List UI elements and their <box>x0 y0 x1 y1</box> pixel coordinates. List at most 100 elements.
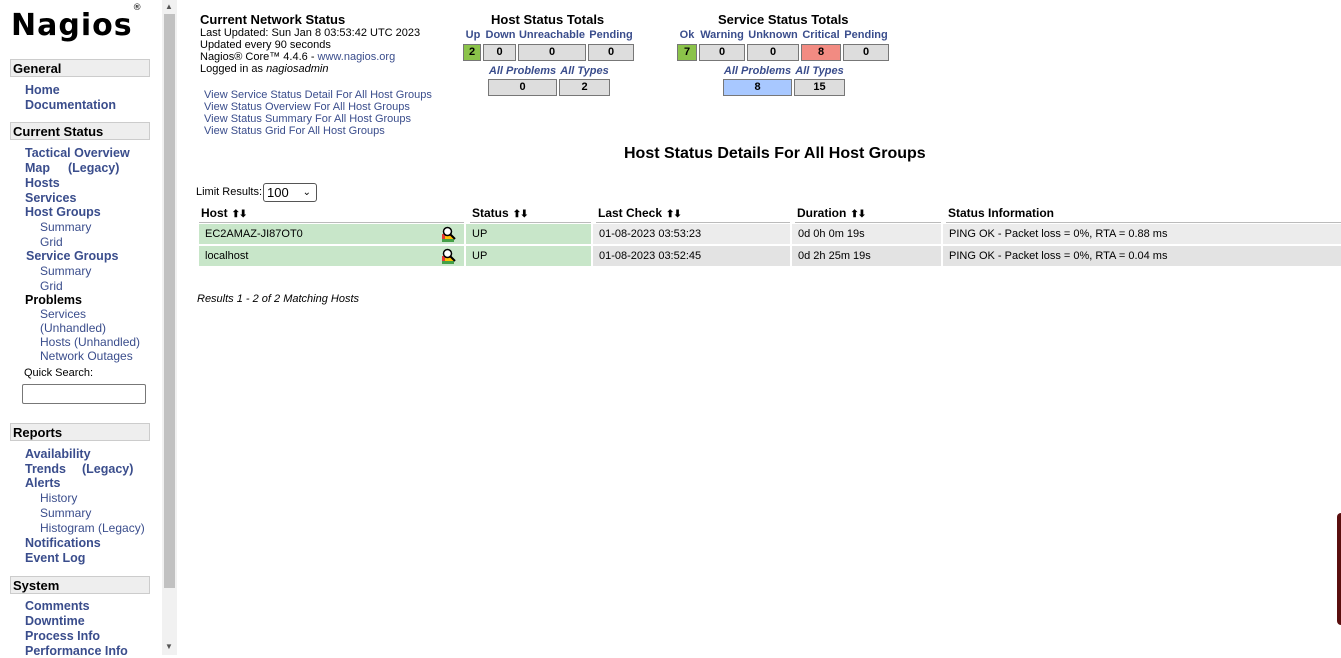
host-totals-label-all-types[interactable]: All Types <box>559 65 610 77</box>
service-count-ok[interactable]: 7 <box>677 44 697 61</box>
host-count-unreachable[interactable]: 0 <box>518 44 586 61</box>
duration: 0d 0h 0m 19s <box>792 224 941 244</box>
nav-problems-hosts-unhandled[interactable]: Hosts (Unhandled) <box>40 335 140 349</box>
sort-arrows-icon[interactable]: ⬆⬇ <box>232 209 248 220</box>
chevron-down-icon: ⌄ <box>302 187 311 198</box>
service-totals-title: Service Status Totals <box>718 12 849 27</box>
host-totals-label-up[interactable]: Up <box>463 29 483 41</box>
nav-performance-info[interactable]: Performance Info <box>25 644 128 658</box>
sort-arrows-icon[interactable]: ⬆⬇ <box>850 209 866 220</box>
last-check: 01-08-2023 03:53:23 <box>593 224 790 244</box>
host-totals-label-down[interactable]: Down <box>485 29 516 41</box>
limit-results-label: Limit Results: <box>196 186 263 198</box>
host-totals-label-all-problems[interactable]: All Problems <box>488 65 557 77</box>
service-totals-label-unknown[interactable]: Unknown <box>747 29 799 41</box>
nav-trends-legacy[interactable]: (Legacy) <box>82 462 133 476</box>
host-services-icon[interactable] <box>441 248 456 264</box>
sidebar-scrollbar[interactable]: ▲ ▼ <box>162 0 177 655</box>
scroll-down-icon[interactable]: ▼ <box>165 642 173 651</box>
nav-downtime[interactable]: Downtime <box>25 614 85 628</box>
service-totals-label-ok[interactable]: Ok <box>677 29 697 41</box>
host-status: UP <box>466 224 591 244</box>
host-status: UP <box>466 246 591 266</box>
link-status-overview[interactable]: View Status Overview For All Host Groups <box>204 101 410 113</box>
nagios-logo[interactable]: Nagios® <box>11 3 143 43</box>
host-count-up[interactable]: 2 <box>463 44 481 61</box>
nav-services[interactable]: Services <box>25 191 76 205</box>
nav-hosts[interactable]: Hosts <box>25 176 60 190</box>
service-totals-label-critical[interactable]: Critical <box>801 29 841 41</box>
nav-availability[interactable]: Availability <box>25 447 91 461</box>
nav-documentation[interactable]: Documentation <box>25 98 116 112</box>
nav-event-log[interactable]: Event Log <box>25 551 85 565</box>
status-information: PING OK - Packet loss = 0%, RTA = 0.04 m… <box>943 246 1341 266</box>
quick-search-input[interactable] <box>22 384 146 404</box>
nav-home[interactable]: Home <box>25 83 60 97</box>
page-title: Host Status Details For All Host Groups <box>624 145 926 162</box>
scrollbar-thumb[interactable] <box>164 14 175 588</box>
host-services-icon[interactable] <box>441 226 456 242</box>
nav-alerts-histogram[interactable]: Histogram (Legacy) <box>40 521 145 535</box>
service-count-warning[interactable]: 0 <box>699 44 745 61</box>
nav-heading-system: System <box>10 576 150 594</box>
sort-arrows-icon[interactable]: ⬆⬇ <box>513 209 529 220</box>
quick-search-label: Quick Search: <box>24 367 94 379</box>
nav-alerts[interactable]: Alerts <box>25 476 60 490</box>
host-count-pending[interactable]: 0 <box>588 44 634 61</box>
host-count-down[interactable]: 0 <box>483 44 516 61</box>
service-totals-label-all-problems[interactable]: All Problems <box>723 65 792 77</box>
service-totals-label-all-types[interactable]: All Types <box>794 65 845 77</box>
host-totals-label-unreachable[interactable]: Unreachable <box>518 29 586 41</box>
nav-map-legacy[interactable]: (Legacy) <box>68 161 119 175</box>
nav-alerts-history[interactable]: History <box>40 491 77 505</box>
service-count-critical[interactable]: 8 <box>801 44 841 61</box>
service-count-all-problems[interactable]: 8 <box>723 79 792 96</box>
column-header-last-check: Last Check ⬆⬇ <box>596 206 790 223</box>
column-header-host: Host ⬆⬇ <box>199 206 464 223</box>
link-status-summary[interactable]: View Status Summary For All Host Groups <box>204 113 411 125</box>
nav-alerts-summary[interactable]: Summary <box>40 506 91 520</box>
nav-host-groups-summary[interactable]: Summary <box>40 220 91 234</box>
nav-trends[interactable]: Trends <box>25 462 66 476</box>
link-status-grid[interactable]: View Status Grid For All Host Groups <box>204 125 385 137</box>
service-count-all-types[interactable]: 15 <box>794 79 845 96</box>
edge-widget[interactable] <box>1337 513 1341 625</box>
host-count-all-problems[interactable]: 0 <box>488 79 557 96</box>
host-totals-label-pending[interactable]: Pending <box>588 29 634 41</box>
host-name-link[interactable]: EC2AMAZ-JI87OT0 <box>199 224 464 244</box>
nav-process-info[interactable]: Process Info <box>25 629 100 643</box>
nav-host-groups-grid[interactable]: Grid <box>40 235 63 249</box>
nav-comments[interactable]: Comments <box>25 599 90 613</box>
nav-service-groups[interactable]: Service Groups <box>26 249 118 263</box>
network-status-title: Current Network Status <box>200 12 346 27</box>
nav-notifications[interactable]: Notifications <box>25 536 101 550</box>
host-count-all-types[interactable]: 2 <box>559 79 610 96</box>
nav-service-groups-summary[interactable]: Summary <box>40 264 91 278</box>
scroll-up-icon[interactable]: ▲ <box>165 2 173 11</box>
nav-heading-reports: Reports <box>10 423 150 441</box>
link-service-status-detail[interactable]: View Service Status Detail For All Host … <box>204 89 432 101</box>
limit-results-select[interactable]: 100 ⌄ <box>263 183 317 202</box>
nav-tactical-overview[interactable]: Tactical Overview <box>25 146 130 160</box>
nagios-org-link[interactable]: www.nagios.org <box>318 51 396 63</box>
nav-service-groups-grid[interactable]: Grid <box>40 279 63 293</box>
service-count-unknown[interactable]: 0 <box>747 44 799 61</box>
nav-map[interactable]: Map <box>25 161 50 175</box>
column-header-status-information: Status Information <box>946 206 1341 223</box>
service-totals-label-pending[interactable]: Pending <box>843 29 889 41</box>
nav-problems-services[interactable]: Services <box>40 307 86 321</box>
service-count-pending[interactable]: 0 <box>843 44 889 61</box>
last-updated: Last Updated: Sun Jan 8 03:53:42 UTC 202… <box>200 27 421 39</box>
nav-host-groups[interactable]: Host Groups <box>25 205 101 219</box>
nav-heading-current-status: Current Status <box>10 122 150 140</box>
service-totals-label-warning[interactable]: Warning <box>699 29 745 41</box>
nav-problems: Problems <box>25 293 82 307</box>
nav-heading-general: General <box>10 59 150 77</box>
sidebar: Nagios® General Home Documentation Curre… <box>0 0 162 658</box>
host-name-link[interactable]: localhost <box>199 246 464 266</box>
duration: 0d 2h 25m 19s <box>792 246 941 266</box>
nav-problems-unhandled[interactable]: (Unhandled) <box>40 321 106 335</box>
sort-arrows-icon[interactable]: ⬆⬇ <box>666 209 682 220</box>
nav-network-outages[interactable]: Network Outages <box>40 349 133 363</box>
last-check: 01-08-2023 03:52:45 <box>593 246 790 266</box>
